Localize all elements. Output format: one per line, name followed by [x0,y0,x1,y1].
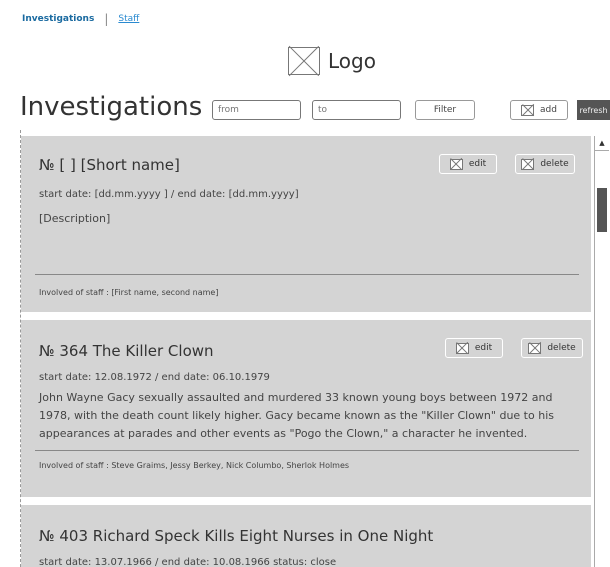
edit-button[interactable]: edit [445,338,503,358]
refresh-button[interactable]: refresh [577,100,610,120]
logo: Logo [288,47,376,75]
card-title: № 364 The Killer Clown [39,342,214,360]
delete-image-icon [528,342,542,354]
add-image-icon [521,104,535,116]
add-button-label: add [540,105,557,115]
card-dates: start date: 13.07.1966 / end date: 10.08… [39,557,337,567]
to-date-input[interactable] [312,100,401,120]
refresh-button-label: refresh [579,105,608,115]
investigation-card: № 364 The Killer Clown start date: 12.08… [21,320,591,497]
nav-staff-link[interactable]: Staff [118,14,139,24]
card-dates: start date: 12.08.1972 / end date: 06.10… [39,372,270,383]
list-scrollbar[interactable]: ▲ [594,136,609,567]
logo-text: Logo [328,49,376,73]
scroll-thumb[interactable] [597,188,607,232]
filter-button[interactable]: Filter [415,100,475,120]
card-dates: start date: [dd.mm.yyyy ] / end date: [d… [39,189,299,200]
card-staff: Involved of staff : Steve Graims, Jessy … [39,461,350,470]
edit-button-label: edit [474,343,493,353]
nav-investigations[interactable]: Investigations [22,14,94,24]
delete-button[interactable]: delete [521,338,583,358]
from-date-input[interactable] [212,100,301,120]
nav-separator: | [104,12,109,26]
edit-button-label: edit [468,159,487,169]
add-button[interactable]: add [510,100,568,120]
delete-button-label: delete [547,343,576,353]
logo-image-icon [288,47,320,75]
filter-button-label: Filter [433,105,457,115]
card-staff: Involved of staff : [First name, second … [39,288,219,297]
top-nav: Investigations | Staff [22,12,139,26]
edit-button[interactable]: edit [439,154,497,174]
card-description: John Wayne Gacy sexually assaulted and m… [39,391,554,440]
card-title: № [ ] [Short name] [39,156,180,174]
card-divider [35,450,579,451]
page-title: Investigations [20,92,203,122]
investigation-card: № 403 Richard Speck Kills Eight Nurses i… [21,505,591,567]
investigation-card: № [ ] [Short name] start date: [dd.mm.yy… [21,136,591,312]
delete-button-label: delete [540,159,569,169]
scroll-up-icon[interactable]: ▲ [595,136,609,151]
card-title: № 403 Richard Speck Kills Eight Nurses i… [39,527,434,545]
edit-image-icon [455,342,469,354]
edit-image-icon [449,158,463,170]
card-divider [35,274,579,275]
investigations-list: № [ ] [Short name] start date: [dd.mm.yy… [20,130,591,567]
delete-button[interactable]: delete [515,154,575,174]
card-description: [Description] [39,212,111,225]
delete-image-icon [521,158,535,170]
